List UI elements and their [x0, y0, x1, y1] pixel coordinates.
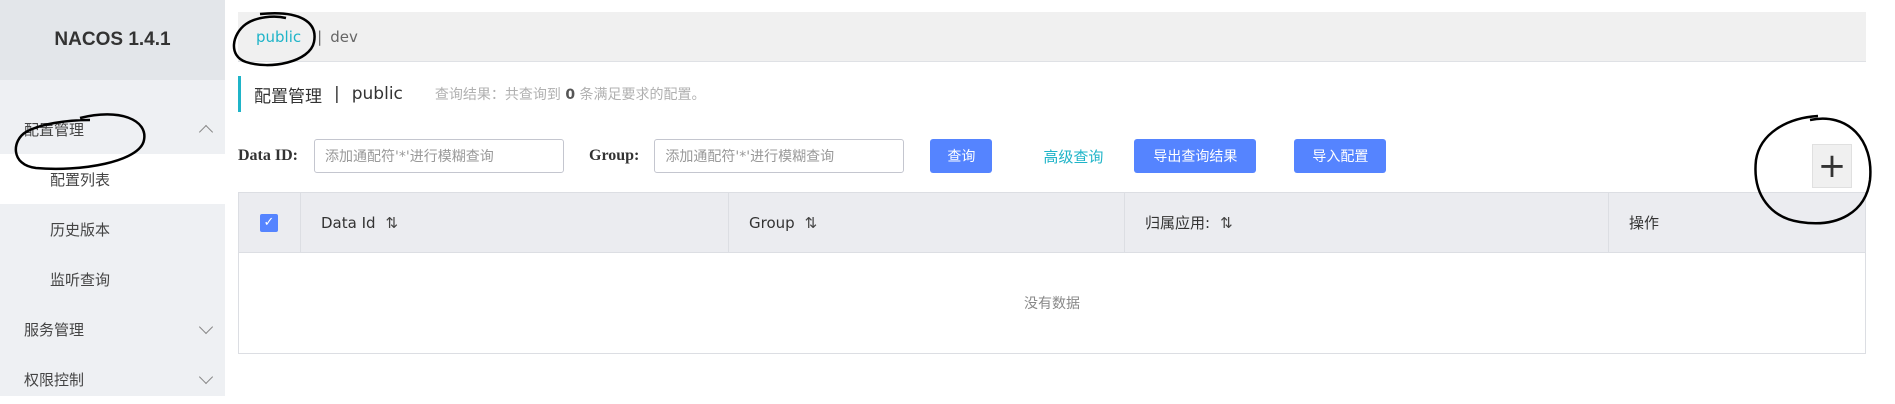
column-label: 操作: [1629, 214, 1660, 232]
sidebar-item-label: 配置列表: [50, 170, 111, 189]
result-count: 0: [565, 87, 576, 103]
sort-icon[interactable]: ⇅: [805, 214, 818, 232]
sidebar-item-label: 监听查询: [50, 270, 111, 289]
sidebar-group-config[interactable]: 配置管理: [0, 104, 225, 154]
result-prefix: 查询结果：共查询到: [434, 87, 561, 103]
data-id-input[interactable]: 添加通配符'*'进行模糊查询: [314, 139, 564, 173]
column-label: 归属应用:: [1145, 214, 1211, 232]
table-header: ✓ Data Id ⇅ Group ⇅ 归属应用: ⇅ 操作: [239, 193, 1865, 253]
import-config-button[interactable]: 导入配置: [1294, 139, 1387, 173]
column-actions: 操作: [1609, 193, 1865, 252]
config-table: ✓ Data Id ⇅ Group ⇅ 归属应用: ⇅ 操作 没有数据: [238, 192, 1866, 354]
group-input[interactable]: 添加通配符'*'进行模糊查询: [654, 139, 905, 173]
sidebar-item-label: 历史版本: [50, 220, 111, 239]
column-app[interactable]: 归属应用: ⇅: [1125, 193, 1609, 252]
page-title-row: 配置管理 | public 查询结果：共查询到 0 条满足要求的配置。: [238, 76, 706, 112]
select-all-checkbox[interactable]: ✓: [260, 213, 278, 232]
namespace-tab-public[interactable]: public: [256, 28, 301, 46]
title-separator: |: [334, 84, 340, 104]
group-label: Group:: [589, 147, 640, 164]
chevron-down-icon: [198, 319, 214, 334]
sidebar-group-permission[interactable]: 权限控制: [0, 354, 225, 404]
add-config-button[interactable]: +: [1812, 144, 1852, 188]
page-title: 配置管理: [254, 86, 322, 107]
column-group[interactable]: Group ⇅: [729, 193, 1125, 252]
column-label: Group: [749, 213, 795, 232]
sort-icon[interactable]: ⇅: [1220, 214, 1233, 232]
sidebar-group-label: 权限控制: [24, 370, 85, 389]
sidebar-item-config-list[interactable]: 配置列表: [0, 154, 225, 204]
namespace-tab-dev[interactable]: dev: [330, 28, 358, 46]
export-results-button[interactable]: 导出查询结果: [1134, 139, 1257, 173]
page-namespace: public: [351, 84, 403, 104]
sidebar-item-listener-query[interactable]: 监听查询: [0, 254, 225, 304]
select-all-cell: ✓: [239, 193, 301, 252]
namespace-bar: public | dev: [238, 12, 1866, 62]
result-suffix: 条满足要求的配置。: [579, 87, 706, 103]
sidebar-group-label: 服务管理: [24, 320, 85, 339]
data-id-label: Data ID:: [238, 147, 298, 164]
chevron-up-icon: [198, 124, 214, 139]
advanced-query-link[interactable]: 高级查询: [1043, 146, 1103, 167]
chevron-down-icon: [198, 369, 214, 384]
sidebar-item-history[interactable]: 历史版本: [0, 204, 225, 254]
sidebar-group-service[interactable]: 服务管理: [0, 304, 225, 354]
sidebar-group-label: 配置管理: [24, 120, 85, 139]
main-content: public | dev 配置管理 | public 查询结果：共查询到 0 条…: [238, 12, 1866, 354]
query-button[interactable]: 查询: [930, 139, 993, 173]
namespace-separator: |: [317, 27, 323, 46]
search-bar: Data ID: 添加通配符'*'进行模糊查询 Group: 添加通配符'*'进…: [238, 138, 1866, 174]
query-result-summary: 查询结果：共查询到 0 条满足要求的配置。: [435, 84, 706, 104]
column-data-id[interactable]: Data Id ⇅: [301, 193, 729, 252]
empty-state: 没有数据: [1024, 296, 1080, 312]
app-logo: NACOS 1.4.1: [0, 0, 225, 80]
sort-icon[interactable]: ⇅: [386, 214, 399, 232]
sidebar: NACOS 1.4.1 配置管理 配置列表 历史版本 监听查询 服务管理 权限控…: [0, 0, 225, 396]
column-label: Data Id: [321, 213, 376, 232]
